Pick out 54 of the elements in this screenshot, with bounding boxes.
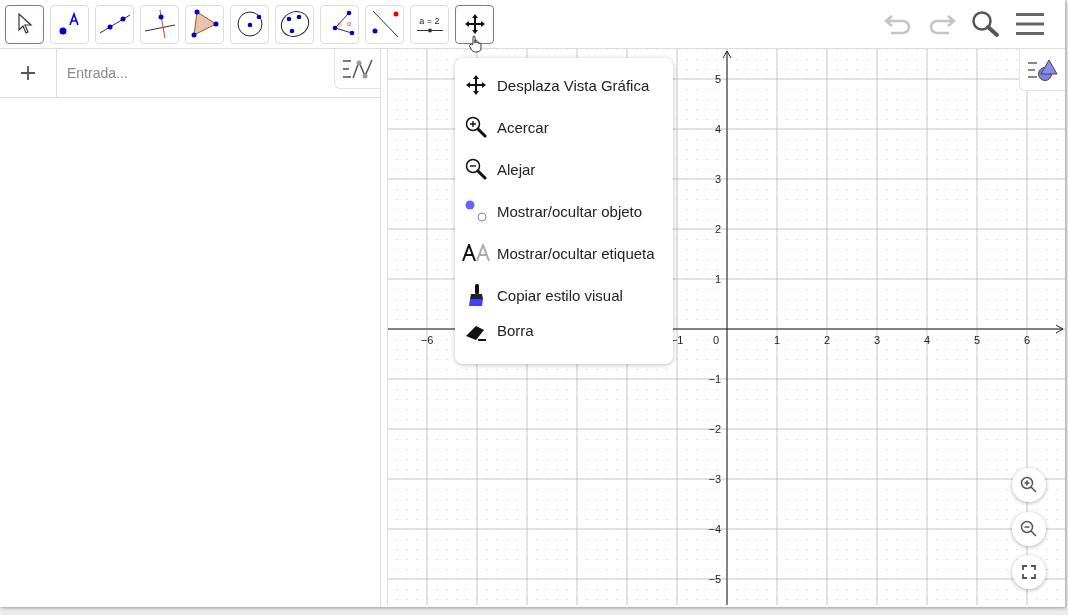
axis-label: 2 [823, 334, 831, 346]
axis-label: −2 [708, 423, 721, 435]
slider-icon [416, 27, 443, 33]
zoom-out-button[interactable] [1012, 512, 1046, 546]
plus-icon [20, 65, 36, 81]
axis-label: 2 [714, 223, 721, 235]
fullscreen-icon [1022, 565, 1036, 579]
show-hide-label-icon [461, 244, 490, 262]
axis-label: 5 [973, 334, 981, 346]
algebra-style-button[interactable] [334, 49, 380, 89]
axis-label: −4 [708, 523, 721, 535]
triangle-icon [189, 9, 220, 39]
menu-item[interactable]: Copiar estilo visual [455, 274, 673, 316]
axis-label: 3 [714, 173, 721, 185]
axis-label: 0 [712, 334, 719, 346]
shapes-icon [1026, 57, 1059, 82]
axis-label: 4 [714, 123, 721, 135]
axis-label: −1 [708, 373, 721, 385]
axis-label: 6 [1023, 334, 1031, 346]
menu-button[interactable] [1013, 10, 1047, 38]
menu-item[interactable]: Desplaza Vista Gráfica [455, 64, 673, 106]
graphics-style-button[interactable] [1019, 49, 1065, 91]
hand-cursor-icon [469, 35, 483, 53]
axis-label: −6 [420, 334, 434, 346]
zoom-out-icon [1020, 520, 1038, 538]
move-arrows-icon [464, 74, 487, 96]
menu-item[interactable]: Borra [455, 316, 673, 358]
fullscreen-button[interactable] [1012, 555, 1046, 589]
graph-lines-icon [341, 57, 374, 80]
axis-label: −5 [708, 573, 721, 585]
zoom-in-button[interactable] [1012, 468, 1046, 502]
menu-item[interactable]: Mostrar/ocultar objeto [455, 190, 673, 232]
menu-item[interactable]: Mostrar/ocultar etiqueta [455, 232, 673, 274]
perpendicular-icon [142, 9, 177, 39]
slider-label: a = 2 [419, 15, 440, 26]
show-hide-object-icon [463, 200, 488, 222]
zoom-in-icon [1020, 476, 1038, 494]
zoom-out-icon [464, 158, 487, 180]
axis-label: 4 [923, 334, 931, 346]
ellipse-icon [278, 10, 311, 38]
slider-tool-button[interactable]: a = 2 [410, 4, 449, 44]
axis-label: 1 [773, 334, 781, 346]
axis-label: −3 [708, 473, 721, 485]
circle-icon [235, 10, 264, 38]
tool-button[interactable] [455, 4, 494, 44]
axis-label: 1 [714, 273, 721, 285]
move-arrows-icon [463, 13, 486, 35]
menu-item[interactable]: Acercar [455, 106, 673, 148]
axis-label: 5 [714, 73, 721, 85]
axis-label: 3 [873, 334, 881, 346]
tool-button[interactable] [5, 4, 44, 44]
menu-item[interactable]: Alejar [455, 148, 673, 190]
zoom-in-icon [464, 116, 487, 138]
arrow-cursor-icon [16, 13, 33, 35]
